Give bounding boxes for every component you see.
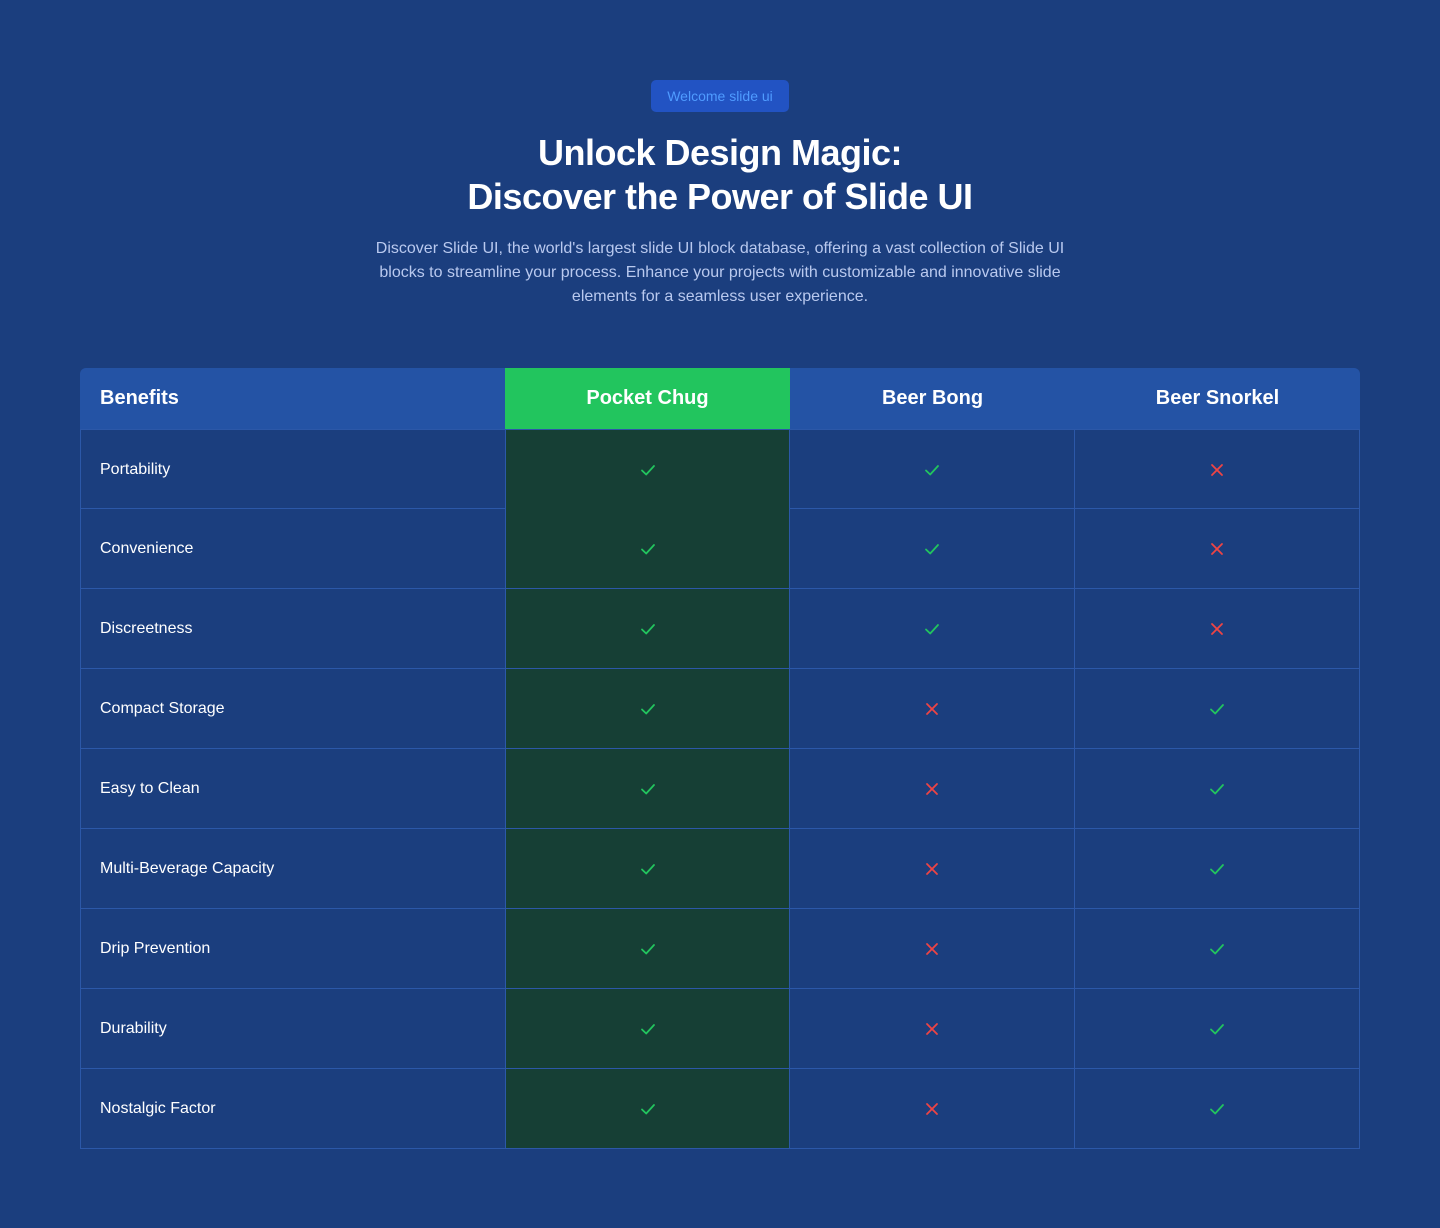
cross-icon xyxy=(922,1099,942,1119)
value-cell xyxy=(1074,989,1359,1068)
page-title: Unlock Design Magic: Discover the Power … xyxy=(0,131,1440,219)
value-cell xyxy=(1074,430,1359,509)
check-icon xyxy=(1207,939,1227,959)
value-cell xyxy=(789,829,1074,908)
value-cell xyxy=(789,1069,1074,1148)
value-cell xyxy=(504,589,790,668)
check-icon xyxy=(638,1099,658,1119)
check-icon xyxy=(1207,699,1227,719)
cross-icon xyxy=(922,859,942,879)
table-row: Convenience xyxy=(80,509,1360,589)
cross-icon xyxy=(1207,619,1227,639)
value-cell xyxy=(789,430,1074,509)
value-cell xyxy=(1074,829,1359,908)
benefit-label: Compact Storage xyxy=(100,699,225,717)
cross-icon xyxy=(1207,460,1227,480)
cross-icon xyxy=(1207,539,1227,559)
value-cell xyxy=(504,909,790,988)
value-cell xyxy=(789,589,1074,668)
hero-section: Welcome slide ui Unlock Design Magic: Di… xyxy=(0,80,1440,309)
value-cell xyxy=(1074,509,1359,588)
value-cell xyxy=(504,669,790,748)
cross-icon xyxy=(922,1019,942,1039)
value-cell xyxy=(1074,909,1359,988)
check-icon xyxy=(638,859,658,879)
benefit-label: Multi-Beverage Capacity xyxy=(100,859,275,877)
check-icon xyxy=(638,619,658,639)
value-cell xyxy=(789,509,1074,588)
check-icon xyxy=(638,779,658,799)
benefit-label: Easy to Clean xyxy=(100,779,200,797)
welcome-badge: Welcome slide ui xyxy=(651,80,789,112)
value-cell xyxy=(1074,749,1359,828)
title-line-1: Unlock Design Magic: xyxy=(537,132,903,173)
check-icon xyxy=(922,460,942,480)
cross-icon xyxy=(922,779,942,799)
check-icon xyxy=(1207,859,1227,879)
table-row: Nostalgic Factor xyxy=(80,1069,1360,1149)
cross-icon xyxy=(922,939,942,959)
table-header: Benefits Pocket Chug Beer Bong Beer Snor… xyxy=(80,368,1360,429)
value-cell xyxy=(504,829,790,908)
table-row: Portability xyxy=(80,429,1360,509)
benefit-label: Portability xyxy=(100,460,171,478)
table-row: Multi-Beverage Capacity xyxy=(80,829,1360,909)
benefit-label: Drip Prevention xyxy=(100,939,211,957)
table-row: Easy to Clean xyxy=(80,749,1360,829)
check-icon xyxy=(638,539,658,559)
page-description: Discover Slide UI, the world's largest s… xyxy=(375,240,1065,305)
check-icon xyxy=(1207,779,1227,799)
check-icon xyxy=(922,539,942,559)
check-icon xyxy=(638,460,658,480)
value-cell xyxy=(504,509,790,588)
value-cell xyxy=(504,749,790,828)
check-icon xyxy=(1207,1019,1227,1039)
table-row: Discreetness xyxy=(80,589,1360,669)
header-beer-snorkel: Beer Snorkel xyxy=(1155,387,1280,409)
value-cell xyxy=(504,430,790,509)
value-cell xyxy=(1074,669,1359,748)
value-cell xyxy=(789,909,1074,988)
value-cell xyxy=(789,669,1074,748)
table-body: Portability Convenience Discreetness Compac… xyxy=(80,429,1360,1149)
value-cell xyxy=(1074,1069,1359,1148)
header-beer-bong: Beer Bong xyxy=(881,387,984,409)
value-cell xyxy=(789,989,1074,1068)
table-row: Compact Storage xyxy=(80,669,1360,749)
comparison-table: Benefits Pocket Chug Beer Bong Beer Snor… xyxy=(80,368,1360,1149)
benefit-label: Durability xyxy=(100,1019,167,1037)
header-pocket-chug: Pocket Chug xyxy=(505,368,790,429)
check-icon xyxy=(1207,1099,1227,1119)
title-line-2: Discover the Power of Slide UI xyxy=(467,176,973,217)
value-cell xyxy=(789,749,1074,828)
benefit-label: Convenience xyxy=(100,539,194,557)
cross-icon xyxy=(922,699,942,719)
value-cell xyxy=(1074,589,1359,668)
benefit-label: Discreetness xyxy=(100,619,193,637)
check-icon xyxy=(638,699,658,719)
benefit-label: Nostalgic Factor xyxy=(100,1099,216,1117)
check-icon xyxy=(638,1019,658,1039)
check-icon xyxy=(638,939,658,959)
value-cell xyxy=(504,1069,790,1148)
table-row: Drip Prevention xyxy=(80,909,1360,989)
table-row: Durability xyxy=(80,989,1360,1069)
check-icon xyxy=(922,619,942,639)
header-benefits: Benefits xyxy=(100,387,179,409)
value-cell xyxy=(504,989,790,1068)
